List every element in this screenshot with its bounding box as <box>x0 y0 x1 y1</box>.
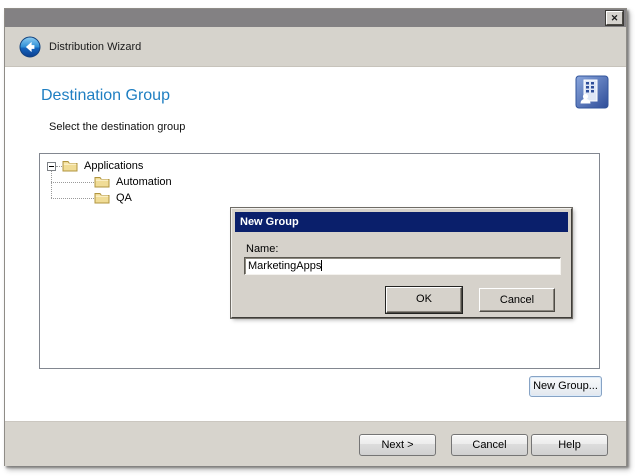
wizard-page: Destination Group Select the destination… <box>5 67 626 421</box>
help-button[interactable]: Help <box>531 434 608 456</box>
wizard-title: Distribution Wizard <box>49 27 141 67</box>
wizard-header: Distribution Wizard <box>5 27 626 67</box>
dialog-cancel-button[interactable]: Cancel <box>479 288 555 312</box>
distribution-group-icon <box>575 75 609 109</box>
group-name-value: MarketingApps <box>248 260 321 272</box>
tree-item-automation[interactable]: Automation <box>116 174 172 190</box>
group-name-input[interactable]: MarketingApps <box>244 257 561 275</box>
new-group-button[interactable]: New Group... <box>529 376 602 397</box>
tree-connector <box>51 198 94 199</box>
folder-icon <box>62 159 78 172</box>
name-label: Name: <box>246 243 278 255</box>
wizard-window: ✕ Distribution Wizard Destination Group <box>4 8 627 466</box>
dialog-title-bar: New Group <box>235 212 568 232</box>
close-icon[interactable]: ✕ <box>606 11 623 25</box>
folder-icon <box>94 175 110 188</box>
new-group-dialog: New Group Name: MarketingApps OK Cancel <box>231 208 572 318</box>
ok-button[interactable]: OK <box>386 287 462 313</box>
tree-item-qa[interactable]: QA <box>116 190 132 206</box>
back-arrow-icon[interactable] <box>19 36 41 58</box>
title-bar: ✕ <box>5 9 626 27</box>
tree-connector <box>51 182 94 183</box>
page-instruction: Select the destination group <box>49 121 185 133</box>
text-caret <box>321 260 322 271</box>
next-button[interactable]: Next > <box>359 434 436 456</box>
tree-collapse-toggle[interactable] <box>47 162 56 171</box>
cancel-button[interactable]: Cancel <box>451 434 528 456</box>
tree-connector <box>51 171 52 198</box>
wizard-footer: Next > Cancel Help <box>5 421 626 466</box>
page-title: Destination Group <box>41 87 170 105</box>
folder-icon <box>94 191 110 204</box>
tree-item-applications[interactable]: Applications <box>84 158 143 174</box>
